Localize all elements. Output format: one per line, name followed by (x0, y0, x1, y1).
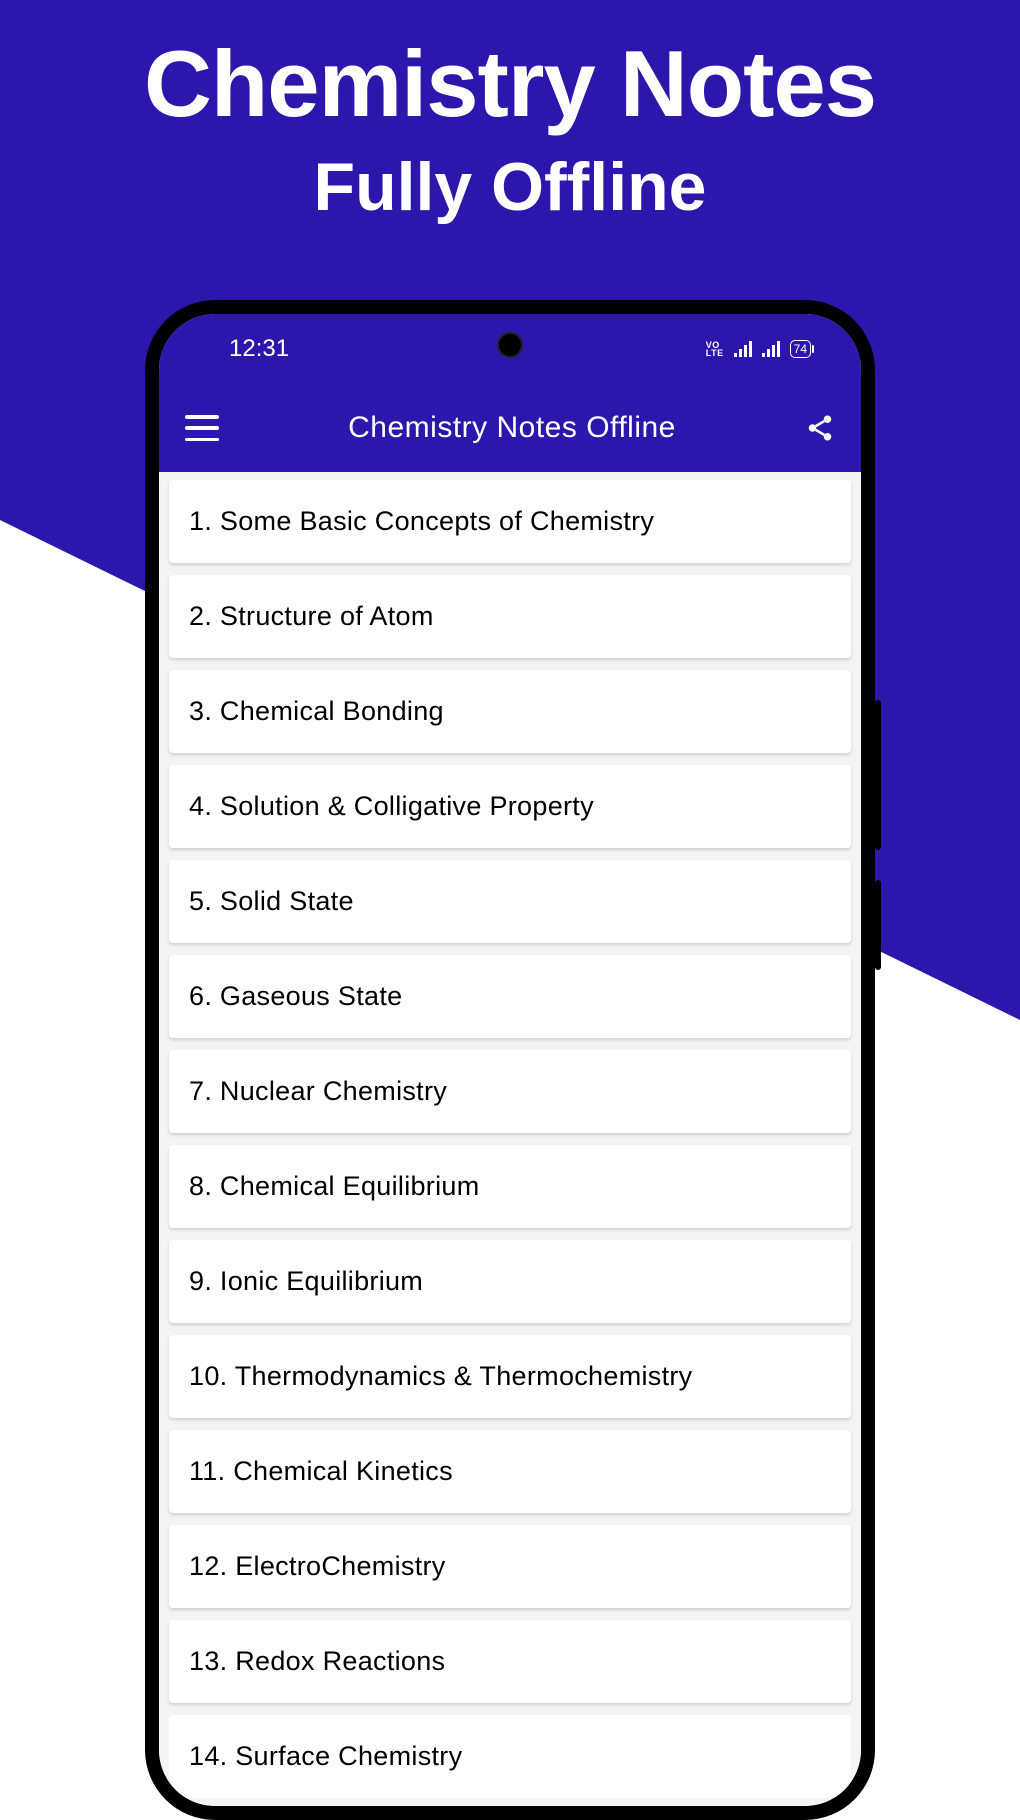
chapter-item[interactable]: 14. Surface Chemistry (169, 1715, 851, 1798)
volte-icon: VO LTE (706, 341, 724, 357)
chapter-item[interactable]: 5. Solid State (169, 860, 851, 943)
chapter-list[interactable]: 1. Some Basic Concepts of Chemistry 2. S… (159, 472, 861, 1806)
promo-header: Chemistry Notes Fully Offline (0, 30, 1020, 226)
signal-icon (734, 341, 752, 357)
signal-icon-2 (762, 341, 780, 357)
app-bar-title: Chemistry Notes Offline (247, 411, 777, 445)
chapter-item[interactable]: 3. Chemical Bonding (169, 670, 851, 753)
camera-punch-hole (497, 332, 523, 358)
battery-icon: 74 (790, 340, 811, 358)
phone-power-button (875, 880, 881, 970)
promo-title: Chemistry Notes (0, 30, 1020, 138)
status-bar: 12:31 VO LTE 74 (159, 314, 861, 384)
chapter-item[interactable]: 8. Chemical Equilibrium (169, 1145, 851, 1228)
app-bar: Chemistry Notes Offline (159, 384, 861, 472)
chapter-item[interactable]: 6. Gaseous State (169, 955, 851, 1038)
phone-frame: 12:31 VO LTE 74 Chemistry Notes Offline (145, 300, 875, 1820)
chapter-item[interactable]: 7. Nuclear Chemistry (169, 1050, 851, 1133)
chapter-item[interactable]: 1. Some Basic Concepts of Chemistry (169, 480, 851, 563)
chapter-item[interactable]: 4. Solution & Colligative Property (169, 765, 851, 848)
hamburger-menu-icon[interactable] (185, 415, 219, 441)
promo-subtitle: Fully Offline (0, 148, 1020, 226)
chapter-item[interactable]: 9. Ionic Equilibrium (169, 1240, 851, 1323)
phone-screen: 12:31 VO LTE 74 Chemistry Notes Offline (159, 314, 861, 1806)
chapter-item[interactable]: 13. Redox Reactions (169, 1620, 851, 1703)
chapter-item[interactable]: 12. ElectroChemistry (169, 1525, 851, 1608)
status-time: 12:31 (229, 335, 289, 363)
battery-level: 74 (794, 342, 807, 356)
chapter-item[interactable]: 10. Thermodynamics & Thermochemistry (169, 1335, 851, 1418)
phone-volume-button (875, 700, 881, 850)
chapter-item[interactable]: 2. Structure of Atom (169, 575, 851, 658)
status-right-cluster: VO LTE 74 (706, 340, 811, 358)
chapter-item[interactable]: 11. Chemical Kinetics (169, 1430, 851, 1513)
share-icon[interactable] (805, 413, 835, 443)
